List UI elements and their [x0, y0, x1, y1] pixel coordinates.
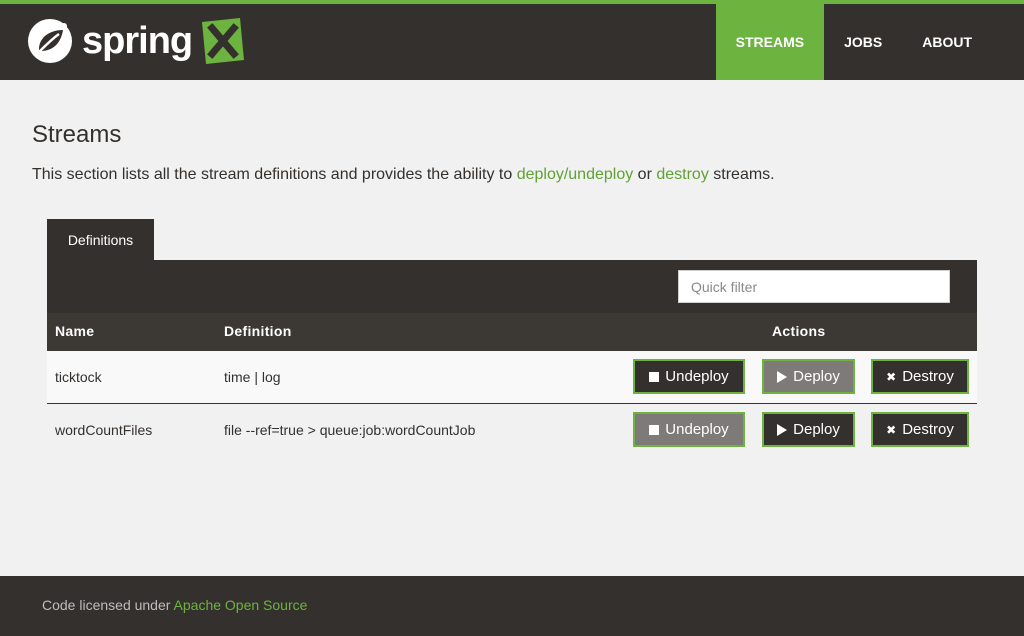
- footer-prefix: Code licensed under: [42, 597, 174, 613]
- nav-streams[interactable]: STREAMS: [715, 4, 825, 80]
- quick-filter-input[interactable]: [678, 270, 950, 303]
- deploy-button[interactable]: Deploy: [762, 359, 855, 394]
- stream-definition: file --ref=true > queue:job:wordCountJob: [224, 422, 476, 438]
- stop-icon: [649, 371, 660, 382]
- stop-icon: [649, 424, 660, 435]
- play-icon: [777, 370, 788, 383]
- destroy-label: Destroy: [902, 368, 954, 385]
- deploy-label: Deploy: [793, 421, 840, 438]
- tab-definitions[interactable]: Definitions: [47, 219, 154, 260]
- column-header-definition: Definition: [224, 323, 292, 339]
- logo-text: spring: [82, 20, 193, 62]
- footer-text: Code licensed under Apache Open Source: [42, 597, 307, 613]
- intro-prefix: This section lists all the stream defini…: [32, 166, 517, 183]
- stream-name: ticktock: [55, 369, 102, 385]
- spring-xd-logo[interactable]: spring: [26, 16, 245, 66]
- undeploy-button[interactable]: Undeploy: [633, 412, 745, 447]
- top-navbar: spring STREAMS JOBS ABOUT: [0, 0, 1024, 80]
- stream-definition: time | log: [224, 369, 281, 385]
- deploy-label: Deploy: [793, 368, 840, 385]
- apache-license-link[interactable]: Apache Open Source: [174, 597, 308, 613]
- destroy-button[interactable]: ✖ Destroy: [871, 359, 969, 394]
- column-header-actions: Actions: [772, 323, 826, 339]
- table-row: ticktock time | log Undeploy Deploy ✖ De…: [47, 351, 977, 404]
- undeploy-label: Undeploy: [665, 368, 729, 385]
- intro-text: This section lists all the stream defini…: [32, 166, 775, 184]
- destroy-button[interactable]: ✖ Destroy: [871, 412, 969, 447]
- deploy-undeploy-link[interactable]: deploy/undeploy: [517, 166, 634, 183]
- x-icon: ✖: [886, 369, 897, 384]
- stream-name: wordCountFiles: [55, 422, 153, 438]
- intro-mid: or: [633, 166, 657, 183]
- destroy-label: Destroy: [902, 421, 954, 438]
- intro-suffix: streams.: [708, 166, 775, 183]
- x-logo-icon: [202, 18, 245, 64]
- spring-leaf-icon: [28, 19, 72, 63]
- table-header: Name Definition Actions: [47, 313, 977, 351]
- destroy-link[interactable]: destroy: [656, 166, 708, 183]
- table-row: wordCountFiles file --ref=true > queue:j…: [47, 404, 977, 457]
- main-nav: STREAMS JOBS ABOUT: [715, 4, 992, 80]
- page-title: Streams: [32, 121, 122, 148]
- nav-about[interactable]: ABOUT: [902, 4, 992, 80]
- column-header-name: Name: [55, 323, 95, 339]
- undeploy-button[interactable]: Undeploy: [633, 359, 745, 394]
- play-icon: [777, 423, 788, 436]
- deploy-button[interactable]: Deploy: [762, 412, 855, 447]
- footer: Code licensed under Apache Open Source: [0, 576, 1024, 636]
- undeploy-label: Undeploy: [665, 421, 729, 438]
- x-icon: ✖: [886, 422, 897, 437]
- nav-jobs[interactable]: JOBS: [824, 4, 902, 80]
